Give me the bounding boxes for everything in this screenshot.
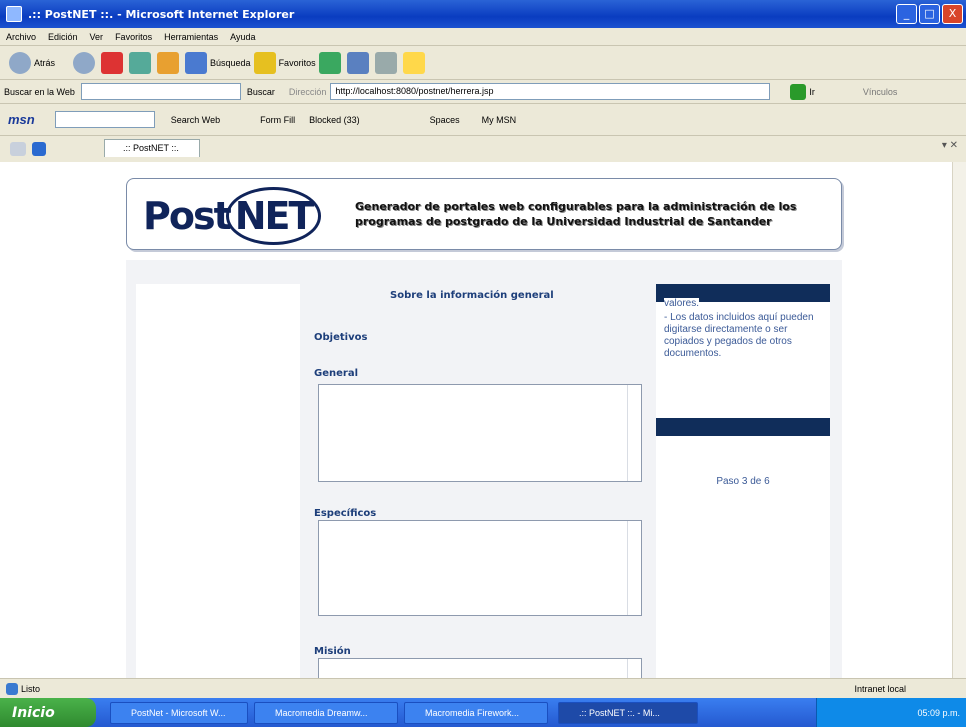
- start-button[interactable]: Inicio: [0, 698, 96, 727]
- objetivos-heading: Objetivos: [314, 332, 368, 343]
- page-scrollbar[interactable]: [952, 162, 966, 678]
- search-web-button[interactable]: Search Web: [171, 115, 220, 125]
- address-bar: Buscar en la Web Buscar Dirección http:/…: [0, 80, 966, 104]
- menu-edicion[interactable]: Edición: [48, 32, 78, 42]
- folder-icon[interactable]: [402, 51, 425, 74]
- task-postnet-word[interactable]: PostNet - Microsoft W...: [110, 701, 248, 724]
- menu-bar: Archivo Edición Ver Favoritos Herramient…: [0, 28, 966, 46]
- msn-logo: msn: [8, 112, 35, 127]
- forward-icon[interactable]: [73, 51, 96, 74]
- menu-favoritos[interactable]: Favoritos: [115, 32, 152, 42]
- web-search-input[interactable]: [80, 83, 241, 100]
- go-label[interactable]: Ir: [809, 87, 815, 97]
- section-title: Sobre la información general: [390, 290, 554, 301]
- general-label: General: [314, 368, 358, 379]
- task-dreamweaver[interactable]: Macromedia Dreamw...: [254, 701, 398, 724]
- mail-icon[interactable]: [346, 51, 369, 74]
- print-icon[interactable]: [374, 51, 397, 74]
- status-bar: Listo Intranet local: [0, 678, 966, 698]
- favorites-icon[interactable]: [253, 51, 276, 74]
- textarea-scrollbar[interactable]: [627, 385, 641, 481]
- web-search-button[interactable]: Buscar: [247, 87, 275, 97]
- especificos-label: Específicos: [314, 508, 377, 519]
- sidebar-info-top: valores.: [664, 298, 700, 309]
- tab-bar: .:: PostNET ::. ▾ ✕: [0, 136, 966, 162]
- menu-ayuda[interactable]: Ayuda: [230, 32, 255, 42]
- status-text: Listo: [21, 683, 41, 694]
- menu-ver[interactable]: Ver: [90, 32, 104, 42]
- menu-herramientas[interactable]: Herramientas: [164, 32, 218, 42]
- links-label[interactable]: Vínculos: [863, 87, 898, 97]
- stop-icon[interactable]: [101, 51, 124, 74]
- web-search-label: Buscar en la Web: [4, 86, 75, 97]
- search-label[interactable]: Búsqueda: [210, 58, 251, 68]
- postnet-banner: Post NET Generador de portales web config…: [126, 178, 842, 250]
- step-indicator: Paso 3 de 6: [716, 476, 770, 487]
- history-icon[interactable]: [318, 51, 341, 74]
- menu-archivo[interactable]: Archivo: [6, 32, 36, 42]
- textarea-scrollbar[interactable]: [627, 659, 641, 678]
- maximize-button[interactable]: □: [919, 4, 940, 24]
- mision-textarea[interactable]: [318, 658, 642, 678]
- main-form: Sobre la información general Objetivos G…: [302, 284, 642, 678]
- quick-tabs-icon[interactable]: [10, 142, 26, 156]
- window-title: .:: PostNET ::. - Microsoft Internet Exp…: [28, 7, 295, 21]
- standard-toolbar: Atrás Búsqueda Favoritos: [0, 46, 966, 80]
- ie-icon: [6, 6, 22, 22]
- page-icon: [6, 682, 18, 695]
- page-content: Post NET Generador de portales web config…: [0, 162, 952, 678]
- home-icon[interactable]: [157, 51, 180, 74]
- back-icon[interactable]: [9, 51, 31, 74]
- tab-postnet[interactable]: .:: PostNET ::.: [104, 139, 200, 157]
- tab-close-icon[interactable]: ▾ ✕: [942, 140, 958, 151]
- sidebar-divider-bar: [656, 418, 830, 436]
- taskbar: Inicio PostNet - Microsoft W... Macromed…: [0, 698, 966, 727]
- zone-text: Intranet local: [854, 683, 906, 694]
- blocked-button[interactable]: Blocked (33): [309, 115, 360, 125]
- favorites-label[interactable]: Favoritos: [279, 58, 316, 68]
- spaces-button[interactable]: Spaces: [430, 115, 460, 125]
- close-button[interactable]: X: [942, 4, 963, 24]
- browser-chrome: Archivo Edición Ver Favoritos Herramient…: [0, 28, 966, 162]
- mision-label: Misión: [314, 646, 351, 657]
- help-sidebar: valores. - Los datos incluidos aquí pued…: [656, 284, 830, 678]
- refresh-icon[interactable]: [129, 51, 152, 74]
- form-fill-button[interactable]: Form Fill: [260, 115, 295, 125]
- left-column: [136, 284, 300, 678]
- task-fireworks[interactable]: Macromedia Firework...: [404, 701, 548, 724]
- task-postnet-ie[interactable]: .:: PostNET ::. - Mi...: [558, 701, 698, 724]
- especificos-textarea[interactable]: [318, 520, 642, 616]
- go-icon[interactable]: [790, 83, 807, 100]
- msn-toolbar: msn Search Web Form Fill Blocked (33) Sp…: [0, 104, 966, 136]
- textarea-scrollbar[interactable]: [627, 521, 641, 615]
- minimize-button[interactable]: _: [896, 4, 917, 24]
- general-textarea[interactable]: [318, 384, 642, 482]
- address-input[interactable]: http://localhost:8080/postnet/herrera.js…: [330, 83, 771, 100]
- banner-tagline: Generador de portales web configurables …: [355, 200, 797, 228]
- address-label: Dirección: [288, 86, 327, 97]
- system-tray: 05:09 p.m.: [816, 698, 966, 727]
- search-icon[interactable]: [185, 51, 208, 74]
- window-titlebar: .:: PostNET ::. - Microsoft Internet Exp…: [0, 0, 966, 28]
- msn-search-input[interactable]: [54, 111, 155, 128]
- clock[interactable]: 05:09 p.m.: [917, 708, 960, 718]
- sidebar-info-text: - Los datos incluidos aquí pueden digita…: [664, 312, 814, 359]
- back-label[interactable]: Atrás: [34, 58, 55, 68]
- new-tab-icon[interactable]: [32, 142, 46, 156]
- my-msn-button[interactable]: My MSN: [482, 115, 517, 125]
- postnet-logo: Post NET: [143, 187, 322, 245]
